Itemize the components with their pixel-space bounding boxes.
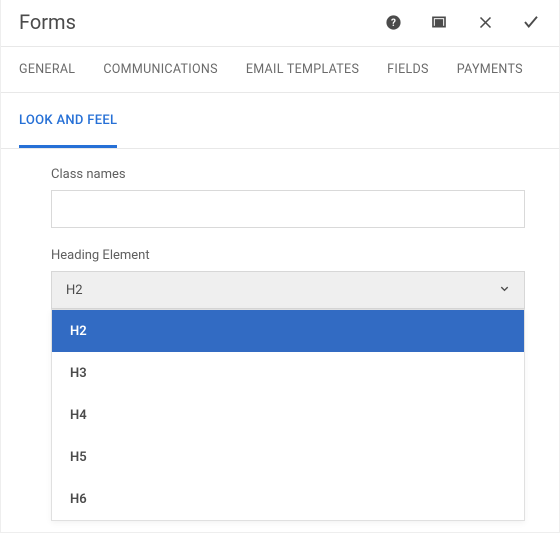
heading-element-selected: H2 xyxy=(66,283,83,298)
field-heading-element: Heading Element H2 H2 H3 H4 H5 H6 xyxy=(51,248,525,309)
subtab-look-and-feel[interactable]: LOOK AND FEEL xyxy=(19,93,117,148)
option-h5[interactable]: H5 xyxy=(52,436,524,478)
class-names-label: Class names xyxy=(51,167,525,182)
help-icon[interactable]: ? xyxy=(383,12,403,32)
form-area: Class names Heading Element H2 H2 H3 H4 … xyxy=(1,149,559,309)
heading-element-selectbox[interactable]: H2 xyxy=(51,271,525,309)
tab-payments[interactable]: PAYMENTS xyxy=(457,62,523,77)
field-class-names: Class names xyxy=(51,167,525,228)
svg-text:?: ? xyxy=(391,18,396,29)
header-actions: ? xyxy=(383,12,541,32)
tab-general[interactable]: GENERAL xyxy=(19,62,75,77)
option-h2[interactable]: H2 xyxy=(52,310,524,352)
done-icon[interactable] xyxy=(521,12,541,32)
fullscreen-icon[interactable] xyxy=(429,12,449,32)
tab-bar: GENERAL COMMUNICATIONS EMAIL TEMPLATES F… xyxy=(1,47,559,93)
dialog-title: Forms xyxy=(19,10,383,34)
close-icon[interactable] xyxy=(475,12,495,32)
option-h3[interactable]: H3 xyxy=(52,352,524,394)
chevron-down-icon xyxy=(499,283,510,298)
tab-fields[interactable]: FIELDS xyxy=(387,62,429,77)
class-names-input[interactable] xyxy=(51,190,525,228)
tab-communications[interactable]: COMMUNICATIONS xyxy=(103,62,217,77)
heading-element-select: H2 H2 H3 H4 H5 H6 xyxy=(51,271,525,309)
heading-element-dropdown: H2 H3 H4 H5 H6 xyxy=(51,309,525,521)
option-h6[interactable]: H6 xyxy=(52,478,524,520)
tab-email-templates[interactable]: EMAIL TEMPLATES xyxy=(246,62,359,77)
heading-element-label: Heading Element xyxy=(51,248,525,263)
subtab-bar: LOOK AND FEEL xyxy=(1,93,559,149)
option-h4[interactable]: H4 xyxy=(52,394,524,436)
dialog-header: Forms ? xyxy=(1,0,559,47)
